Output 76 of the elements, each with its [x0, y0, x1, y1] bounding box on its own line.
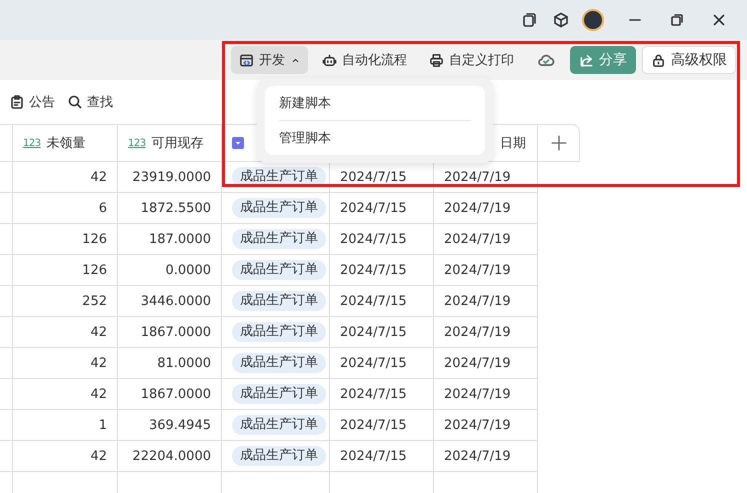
table-cell: 2024/7/19: [444, 356, 511, 370]
table-cell: 2024/7/19: [444, 200, 511, 216]
table-cell: 2024/7/19: [444, 324, 511, 340]
order-type-tag: 成品生产订单: [232, 322, 326, 342]
table-cell: 2024/7/19: [444, 448, 511, 464]
table-cell: 126: [82, 232, 107, 246]
table-cell: 42: [90, 324, 107, 340]
order-type-tag: 成品生产订单: [232, 198, 326, 218]
close-icon[interactable]: [711, 12, 727, 28]
code-window-icon: [239, 52, 254, 68]
number-type-label: 123: [128, 138, 146, 148]
table-cell: 6: [98, 200, 107, 216]
table-cell: 2024/7/15: [340, 418, 407, 432]
table-cell: 23919.0000: [132, 170, 211, 184]
table-cell: 42: [90, 170, 107, 184]
lock-icon: [651, 52, 666, 68]
table-cell: 42: [90, 386, 107, 402]
notice-button[interactable]: 公告: [9, 91, 55, 113]
share-icon: [579, 52, 594, 68]
order-type-tag: 成品生产订单: [232, 446, 326, 466]
table-cell: 1867.0000: [140, 386, 211, 402]
table-cell: 42: [90, 356, 107, 370]
table-cell: 2024/7/15: [340, 448, 407, 464]
table-cell: 2024/7/15: [340, 294, 407, 308]
table-cell: 252: [82, 294, 107, 308]
table-cell: 42: [90, 448, 107, 464]
table-cell: 2024/7/19: [444, 418, 511, 432]
avatar[interactable]: [582, 9, 604, 31]
robot-icon: [322, 52, 337, 68]
windows-icon[interactable]: [521, 12, 537, 28]
dev-menu-button[interactable]: 开发: [231, 46, 308, 74]
column-header[interactable]: 未领量: [46, 134, 86, 152]
order-type-tag: 成品生产订单: [232, 384, 326, 404]
table-cell: 2024/7/19: [444, 232, 511, 246]
table-cell: 2024/7/19: [444, 294, 511, 308]
order-type-tag: 成品生产订单: [232, 415, 326, 435]
menu-item[interactable]: 管理脚本: [279, 121, 471, 155]
table-cell: 2024/7/19: [444, 170, 511, 184]
number-type-label: 123: [23, 138, 41, 148]
printer-icon: [429, 52, 444, 68]
table-cell: 2024/7/15: [340, 170, 407, 184]
search-button[interactable]: 查找: [67, 91, 113, 113]
automation-button[interactable]: 自动化流程: [314, 46, 415, 74]
column-header[interactable]: 日期: [500, 134, 526, 152]
table-cell: 369.4945: [148, 418, 211, 432]
order-type-tag: 成品生产订单: [232, 291, 326, 311]
menu-item[interactable]: 新建脚本: [279, 86, 471, 120]
print-button[interactable]: 自定义打印: [421, 46, 522, 74]
restore-icon[interactable]: [669, 12, 685, 28]
table-cell: 2024/7/15: [340, 232, 407, 246]
table-cell: 1867.0000: [140, 324, 211, 340]
order-type-tag: 成品生产订单: [232, 353, 326, 373]
plus-icon[interactable]: [550, 134, 568, 152]
table-cell: 1: [98, 418, 107, 432]
table-cell: 81.0000: [157, 356, 211, 370]
clipboard-icon: [9, 94, 25, 110]
table-cell: 2024/7/15: [340, 262, 407, 278]
table-cell: 2024/7/15: [340, 324, 407, 340]
table-cell: 187.0000: [148, 232, 211, 246]
column-header[interactable]: 可用现存: [152, 134, 204, 152]
table-cell: 2024/7/15: [340, 200, 407, 216]
table-cell: 22204.0000: [132, 448, 211, 464]
cube-icon[interactable]: [553, 12, 569, 28]
table-cell: 2024/7/15: [340, 356, 407, 370]
dropdown-type-icon: [232, 137, 244, 149]
table-cell: 3446.0000: [140, 294, 211, 308]
search-icon: [67, 94, 83, 110]
table-cell: 0.0000: [166, 262, 211, 278]
table-cell: 2024/7/19: [444, 386, 511, 402]
table-cell: 2024/7/15: [340, 386, 407, 402]
table-cell: 126: [82, 262, 107, 278]
order-type-tag: 成品生产订单: [232, 260, 326, 280]
order-type-tag: 成品生产订单: [232, 229, 326, 249]
table-cell: 2024/7/19: [444, 262, 511, 278]
permissions-button[interactable]: 高级权限: [642, 46, 736, 74]
table-cell: 1872.5500: [140, 200, 211, 216]
